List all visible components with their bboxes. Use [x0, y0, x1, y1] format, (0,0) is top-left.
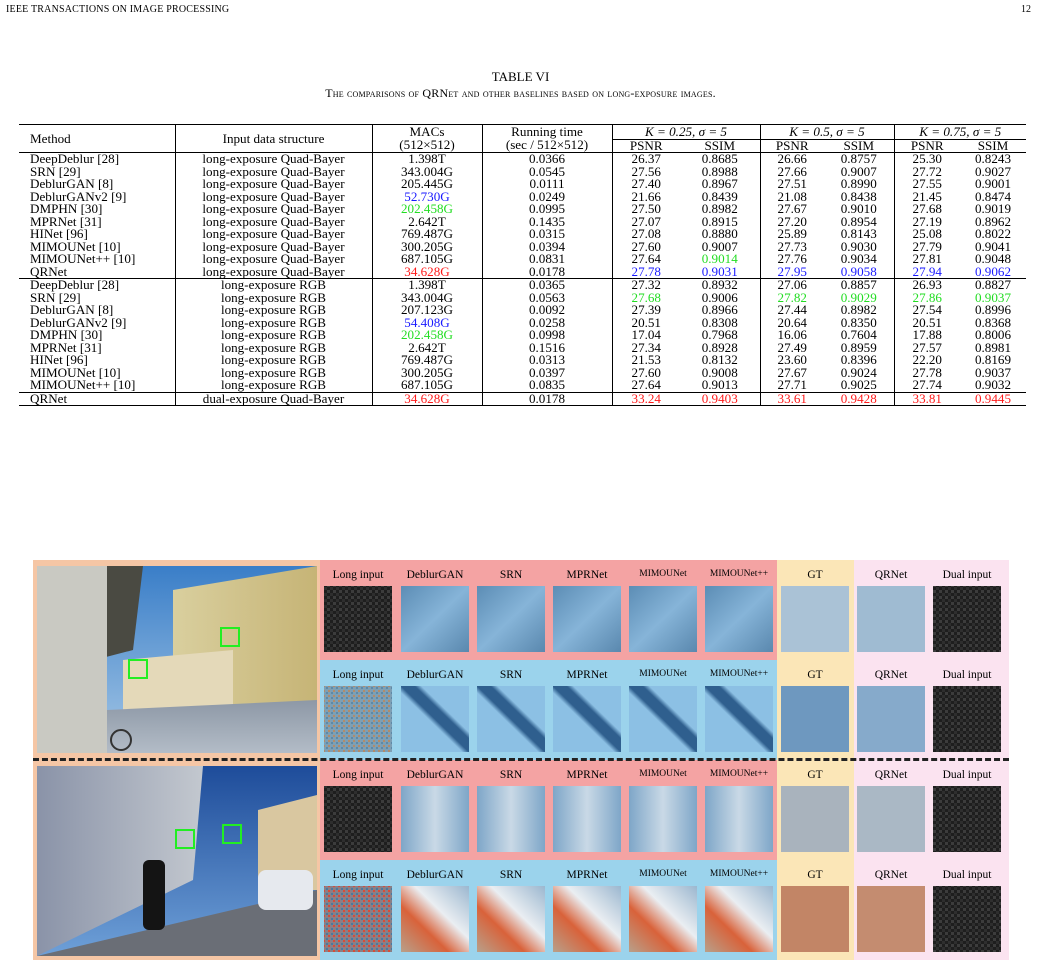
- ssim-cell: 0.9445: [960, 391, 1026, 406]
- comparison-patch: [781, 686, 849, 752]
- comparison-patch: [324, 586, 392, 652]
- k025-header: K = 0.25, σ = 5: [612, 124, 761, 140]
- comparison-patch: [553, 886, 621, 952]
- method-cell: QRNet: [19, 391, 176, 406]
- psnr-cell: 33.81: [894, 391, 960, 406]
- comparison-patch: [324, 886, 392, 952]
- patch-label: GT: [807, 669, 823, 681]
- ssim-cell: 0.9428: [824, 391, 895, 406]
- comparison-patch: [477, 786, 545, 852]
- comparison-patch: [401, 586, 469, 652]
- comparison-patch: [933, 686, 1001, 752]
- scene2-car: [258, 870, 313, 910]
- comparison-patch: [781, 586, 849, 652]
- patch-label: SRN: [499, 569, 523, 581]
- comparison-patch: [477, 686, 545, 752]
- psnr-cell: 33.24: [612, 391, 680, 406]
- patch-label: MIMOUNet++: [709, 669, 769, 679]
- patch-label: MIMOUNet: [639, 769, 687, 779]
- scene2-person: [143, 860, 165, 930]
- patch-label: MIMOUNet++: [709, 769, 769, 779]
- scene-divider: [33, 758, 1009, 761]
- patch-label: Dual input: [942, 669, 992, 681]
- comparison-patch: [705, 786, 773, 852]
- col-method-header: Method: [19, 124, 176, 153]
- comparison-patch: [857, 886, 925, 952]
- comparison-patch: [857, 686, 925, 752]
- patch-label: QRNet: [874, 769, 908, 781]
- patch-label: MIMOUNet++: [709, 869, 769, 879]
- table-title: TABLE VI: [491, 69, 550, 84]
- input-cell: dual-exposure Quad-Bayer: [175, 391, 373, 406]
- patch-label: Dual input: [942, 769, 992, 781]
- patch-label: DeblurGAN: [406, 669, 464, 681]
- running-header-title: IEEE TRANSACTIONS ON IMAGE PROCESSING: [6, 4, 230, 15]
- patch-label: SRN: [499, 769, 523, 781]
- patch-label: MPRNet: [566, 769, 608, 781]
- comparison-patch: [933, 586, 1001, 652]
- patch-label: QRNet: [874, 869, 908, 881]
- comparison-patch: [933, 786, 1001, 852]
- patch-label: MIMOUNet: [639, 869, 687, 879]
- patch-label: Long input: [332, 569, 384, 581]
- patch-label: DeblurGAN: [406, 569, 464, 581]
- patch-label: DeblurGAN: [406, 869, 464, 881]
- results-table: Method Input data structure MACs Running…: [19, 124, 1026, 406]
- patch-label: MPRNet: [566, 869, 608, 881]
- comparison-patch: [324, 686, 392, 752]
- patch-label: SRN: [499, 669, 523, 681]
- scene1-wall-left: [37, 566, 107, 753]
- macs-cell: 34.628G: [372, 391, 483, 406]
- comparison-patch: [629, 686, 697, 752]
- comparison-patch: [629, 886, 697, 952]
- comparison-patch: [781, 786, 849, 852]
- patch-label: QRNet: [874, 669, 908, 681]
- patch-label: GT: [807, 869, 823, 881]
- patch-label: GT: [807, 569, 823, 581]
- ssim-cell: 0.9403: [680, 391, 761, 406]
- table-row: QRNet dual-exposure Quad-Bayer 34.628G 0.01…: [19, 391, 1026, 406]
- comparison-patch: [705, 586, 773, 652]
- comparison-patch: [401, 886, 469, 952]
- patch-label: Long input: [332, 769, 384, 781]
- comparison-patch: [401, 686, 469, 752]
- table-caption: The comparisons of QRNet and other basel…: [325, 86, 716, 100]
- k075-header: K = 0.75, σ = 5: [894, 124, 1026, 140]
- patch-label: MPRNet: [566, 669, 608, 681]
- patch-label: Dual input: [942, 569, 992, 581]
- comparison-patch: [401, 786, 469, 852]
- patch-label: MIMOUNet++: [709, 569, 769, 579]
- patch-label: Long input: [332, 669, 384, 681]
- page-number: 12: [1021, 4, 1031, 15]
- patch-label: SRN: [499, 869, 523, 881]
- comparison-patch: [629, 786, 697, 852]
- psnr-cell: 33.61: [760, 391, 824, 406]
- comparison-patch: [705, 886, 773, 952]
- col-input-header: Input data structure: [175, 124, 373, 153]
- comparison-patch: [857, 786, 925, 852]
- patch-label: Long input: [332, 869, 384, 881]
- patch-label: GT: [807, 769, 823, 781]
- comparison-patch: [553, 586, 621, 652]
- patch-label: QRNet: [874, 569, 908, 581]
- comparison-patch: [477, 886, 545, 952]
- patch-label: MPRNet: [566, 569, 608, 581]
- comparison-patch: [324, 786, 392, 852]
- comparison-patch: [857, 586, 925, 652]
- patch-label: MIMOUNet: [639, 569, 687, 579]
- patch-label: MIMOUNet: [639, 669, 687, 679]
- comparison-patch: [477, 586, 545, 652]
- comparison-patch: [705, 686, 773, 752]
- comparison-patch: [629, 586, 697, 652]
- results-table-body: DeepDeblur [28] long-exposure Quad-Bayer 1…: [19, 152, 1026, 406]
- time-cell: 0.0178: [482, 391, 613, 406]
- patch-label: Dual input: [942, 869, 992, 881]
- k05-header: K = 0.5, σ = 5: [760, 124, 895, 140]
- comparison-patch: [553, 786, 621, 852]
- comparison-patch: [933, 886, 1001, 952]
- comparison-patch: [781, 886, 849, 952]
- patch-label: DeblurGAN: [406, 769, 464, 781]
- comparison-patch: [553, 686, 621, 752]
